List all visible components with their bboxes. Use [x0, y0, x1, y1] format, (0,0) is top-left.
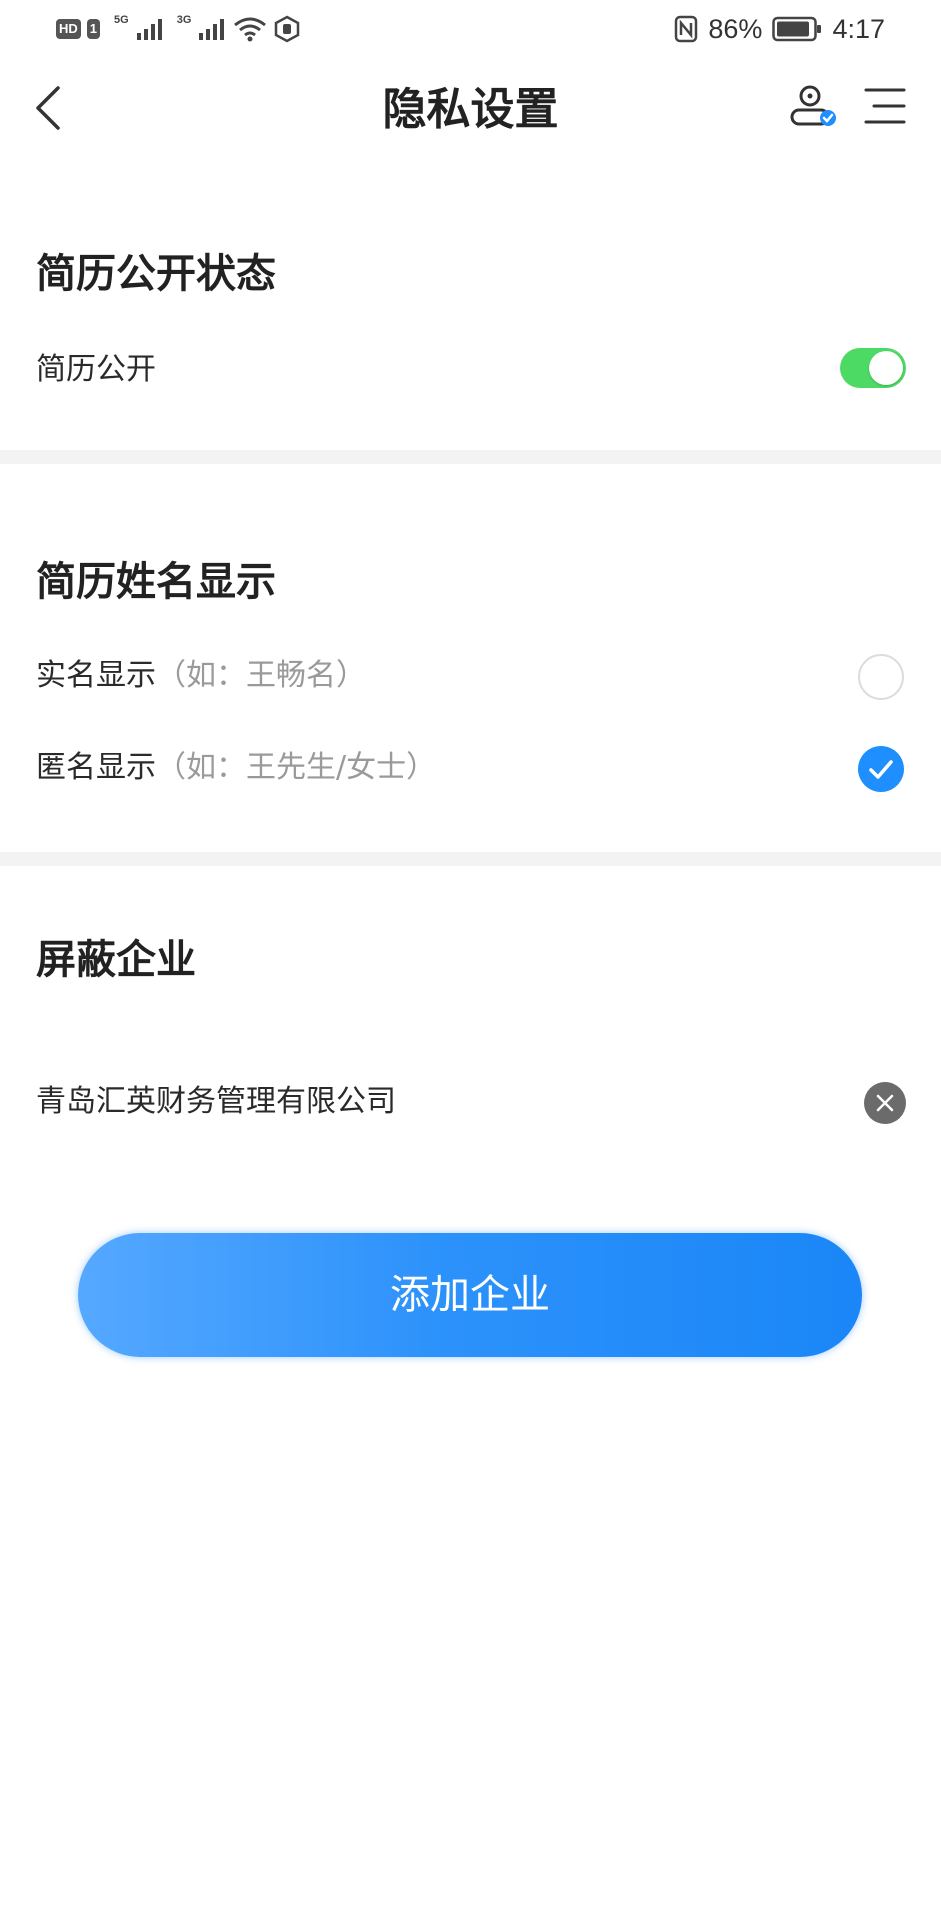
- title-bar: 隐私设置: [0, 60, 941, 160]
- nfc-icon: [675, 15, 698, 43]
- status-bar-left: HD 1 5G 3G: [56, 14, 301, 44]
- blocked-company-name: 青岛汇英财务管理有限公司: [36, 1084, 396, 1119]
- toggle-knob: [869, 351, 903, 385]
- status-bar-right: 86% 4:17: [674, 12, 885, 46]
- hand-shield-icon: [275, 15, 300, 43]
- option-hint: （如：王畅名）: [156, 658, 366, 693]
- option-hint: （如：王先生/女士）: [156, 750, 437, 785]
- resume-public-section: 简历公开状态 简历公开: [0, 160, 941, 450]
- signal-bars-icon: [136, 19, 162, 40]
- close-icon: [876, 1094, 894, 1112]
- battery-percent: 86%: [708, 13, 763, 44]
- menu-icon: [864, 88, 906, 124]
- signal-3g-label: 3G: [176, 14, 192, 26]
- section-title: 简历公开状态: [36, 251, 276, 297]
- menu-button[interactable]: [860, 80, 910, 140]
- signal-5g-label: 5G: [114, 14, 129, 26]
- status-bar: HD 1 5G 3G 86% 4:17: [0, 0, 941, 60]
- add-company-button[interactable]: 添加企业: [78, 1233, 862, 1357]
- option-anonymous[interactable]: 匿名显示（如：王先生/女士）: [36, 748, 436, 788]
- option-label: 实名显示: [36, 658, 156, 693]
- option-label: 匿名显示: [36, 750, 156, 785]
- resume-public-label: 简历公开: [36, 352, 156, 387]
- wifi-icon: [234, 17, 267, 42]
- user-verified-icon: [790, 85, 836, 126]
- section-title: 简历姓名显示: [36, 559, 276, 605]
- section-divider: [0, 852, 941, 866]
- resume-public-toggle[interactable]: [840, 348, 906, 388]
- account-button[interactable]: [786, 80, 842, 140]
- clock: 4:17: [832, 13, 885, 44]
- check-icon: [869, 760, 893, 779]
- blocked-companies-section: 屏蔽企业 青岛汇英财务管理有限公司: [0, 866, 941, 1226]
- signal-bars-icon: [199, 19, 225, 40]
- hd-badge: HD: [56, 19, 81, 39]
- privacy-settings-screen: HD 1 5G 3G 86% 4:17 隐私设置 简历公开状态 简历公开 简历姓…: [0, 0, 941, 1920]
- section-divider: [0, 450, 941, 464]
- sim-badge: 1: [86, 19, 101, 39]
- remove-company-button[interactable]: [864, 1082, 906, 1124]
- radio-anonymous[interactable]: [858, 746, 904, 792]
- battery-icon: [772, 16, 822, 42]
- radio-realname[interactable]: [858, 654, 904, 700]
- option-realname[interactable]: 实名显示（如：王畅名）: [36, 656, 366, 696]
- name-display-section: 简历姓名显示 实名显示（如：王畅名） 匿名显示（如：王先生/女士）: [0, 464, 941, 852]
- section-title: 屏蔽企业: [36, 937, 196, 983]
